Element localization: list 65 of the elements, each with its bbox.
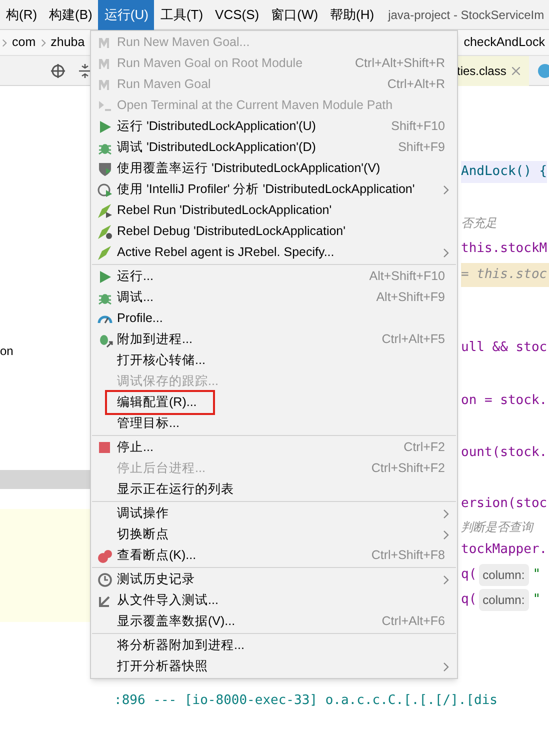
- menu-item[interactable]: 打开分析器快照: [91, 656, 457, 677]
- chevron-right-icon: [40, 38, 46, 48]
- chevron-right-icon: [2, 38, 7, 48]
- code-line: q( column: ": [461, 564, 549, 586]
- breadcrumb-item[interactable]: com: [12, 33, 36, 52]
- parameter-hint: column:: [478, 564, 529, 586]
- menu-item[interactable]: 将分析器附加到进程...: [91, 635, 457, 656]
- menu-bar-item[interactable]: 窗口(W): [265, 0, 324, 30]
- clock-icon: [97, 572, 113, 588]
- parameter-hint: column:: [478, 589, 529, 611]
- menu-item[interactable]: 切换断点: [91, 524, 457, 545]
- console-line: :896 --- [io-8000-exec-33] o.a.c.c.C.[.[.[/].[dis: [114, 692, 498, 710]
- menu-bar-item[interactable]: 工具(T): [154, 0, 210, 30]
- breakpoints-icon: [97, 548, 113, 564]
- menu-bar-item[interactable]: 帮助(H): [324, 0, 380, 30]
- shield-icon: [97, 160, 113, 176]
- menu-item[interactable]: 调试... Alt+Shift+F9: [91, 287, 457, 308]
- menu-item[interactable]: 管理目标...: [91, 413, 457, 434]
- rocket-icon: [97, 202, 113, 218]
- code-comment: 判断是否查询: [461, 519, 535, 536]
- breadcrumb-item[interactable]: zhuba: [50, 33, 85, 52]
- rocket-icon: [97, 244, 113, 260]
- menu-item[interactable]: Profile...: [91, 308, 457, 329]
- menu-item[interactable]: 编辑配置(R)...: [91, 392, 457, 413]
- menu-item[interactable]: 查看断点(K)... Ctrl+Shift+F8: [91, 545, 457, 566]
- code-line: ull && stoc: [461, 339, 548, 357]
- code-line: ount(stock.: [461, 444, 548, 462]
- menu-bar-item[interactable]: VCS(S): [209, 0, 266, 30]
- play-icon: [97, 268, 113, 284]
- code-line: this.stockM: [461, 240, 548, 258]
- menu-item[interactable]: 运行... Alt+Shift+F10: [91, 266, 457, 287]
- menu-item[interactable]: 附加到进程... Ctrl+Alt+F5: [91, 329, 457, 350]
- menu-bar-item[interactable]: 构(R): [0, 0, 44, 30]
- code-line: q( column: ": [461, 589, 549, 611]
- code-comment: 否充足: [461, 215, 498, 232]
- rocket-icon: [97, 224, 113, 240]
- menu-item[interactable]: Rebel Run 'DistributedLockApplication': [91, 200, 457, 221]
- menu-item[interactable]: 使用覆盖率运行 'DistributedLockApplication'(V): [91, 158, 457, 179]
- menu-item[interactable]: 打开核心转储...: [91, 350, 457, 371]
- menu-item[interactable]: 显示覆盖率数据(V)... Ctrl+Alt+F6: [91, 611, 457, 632]
- stop-icon: [97, 440, 113, 456]
- menu-bar-item[interactable]: 运行(U): [98, 0, 154, 30]
- menu-item[interactable]: 显示正在运行的列表: [91, 479, 457, 500]
- menu-item[interactable]: 从文件导入测试...: [91, 590, 457, 611]
- menu-item[interactable]: Rebel Debug 'DistributedLockApplication': [91, 221, 457, 242]
- code-line: tockMapper.: [461, 541, 548, 559]
- tree-item-text: on: [0, 343, 14, 358]
- menu-item[interactable]: Active Rebel agent is JRebel. Specify...: [91, 242, 457, 263]
- menu-item[interactable]: 使用 'IntelliJ Profiler' 分析 'DistributedLockApplication': [91, 179, 457, 200]
- crosshair-icon[interactable]: [51, 64, 65, 78]
- play-icon: [97, 118, 113, 134]
- menu-item[interactable]: 调试 'DistributedLockApplication'(D) Shift+F9: [91, 137, 457, 158]
- editor-tab[interactable]: ties.class: [455, 56, 529, 86]
- window-title: java-project - StockServiceIm: [388, 6, 544, 24]
- menu-bar-item[interactable]: 构建(B): [43, 0, 98, 30]
- menu-item[interactable]: 测试历史记录: [91, 569, 457, 590]
- close-icon[interactable]: [512, 66, 520, 74]
- menu-item[interactable]: 停止... Ctrl+F2: [91, 437, 457, 458]
- menu-item[interactable]: 调试操作: [91, 503, 457, 524]
- code-line: on = stock.: [461, 392, 548, 410]
- breadcrumb-item[interactable]: checkAndLock: [464, 33, 545, 52]
- collapse-icon[interactable]: [79, 64, 91, 78]
- clock-play-icon: [97, 182, 113, 198]
- code-line: ersion(stoc: [461, 495, 548, 513]
- menu-item[interactable]: 运行 'DistributedLockApplication'(U) Shift+F10: [91, 116, 457, 137]
